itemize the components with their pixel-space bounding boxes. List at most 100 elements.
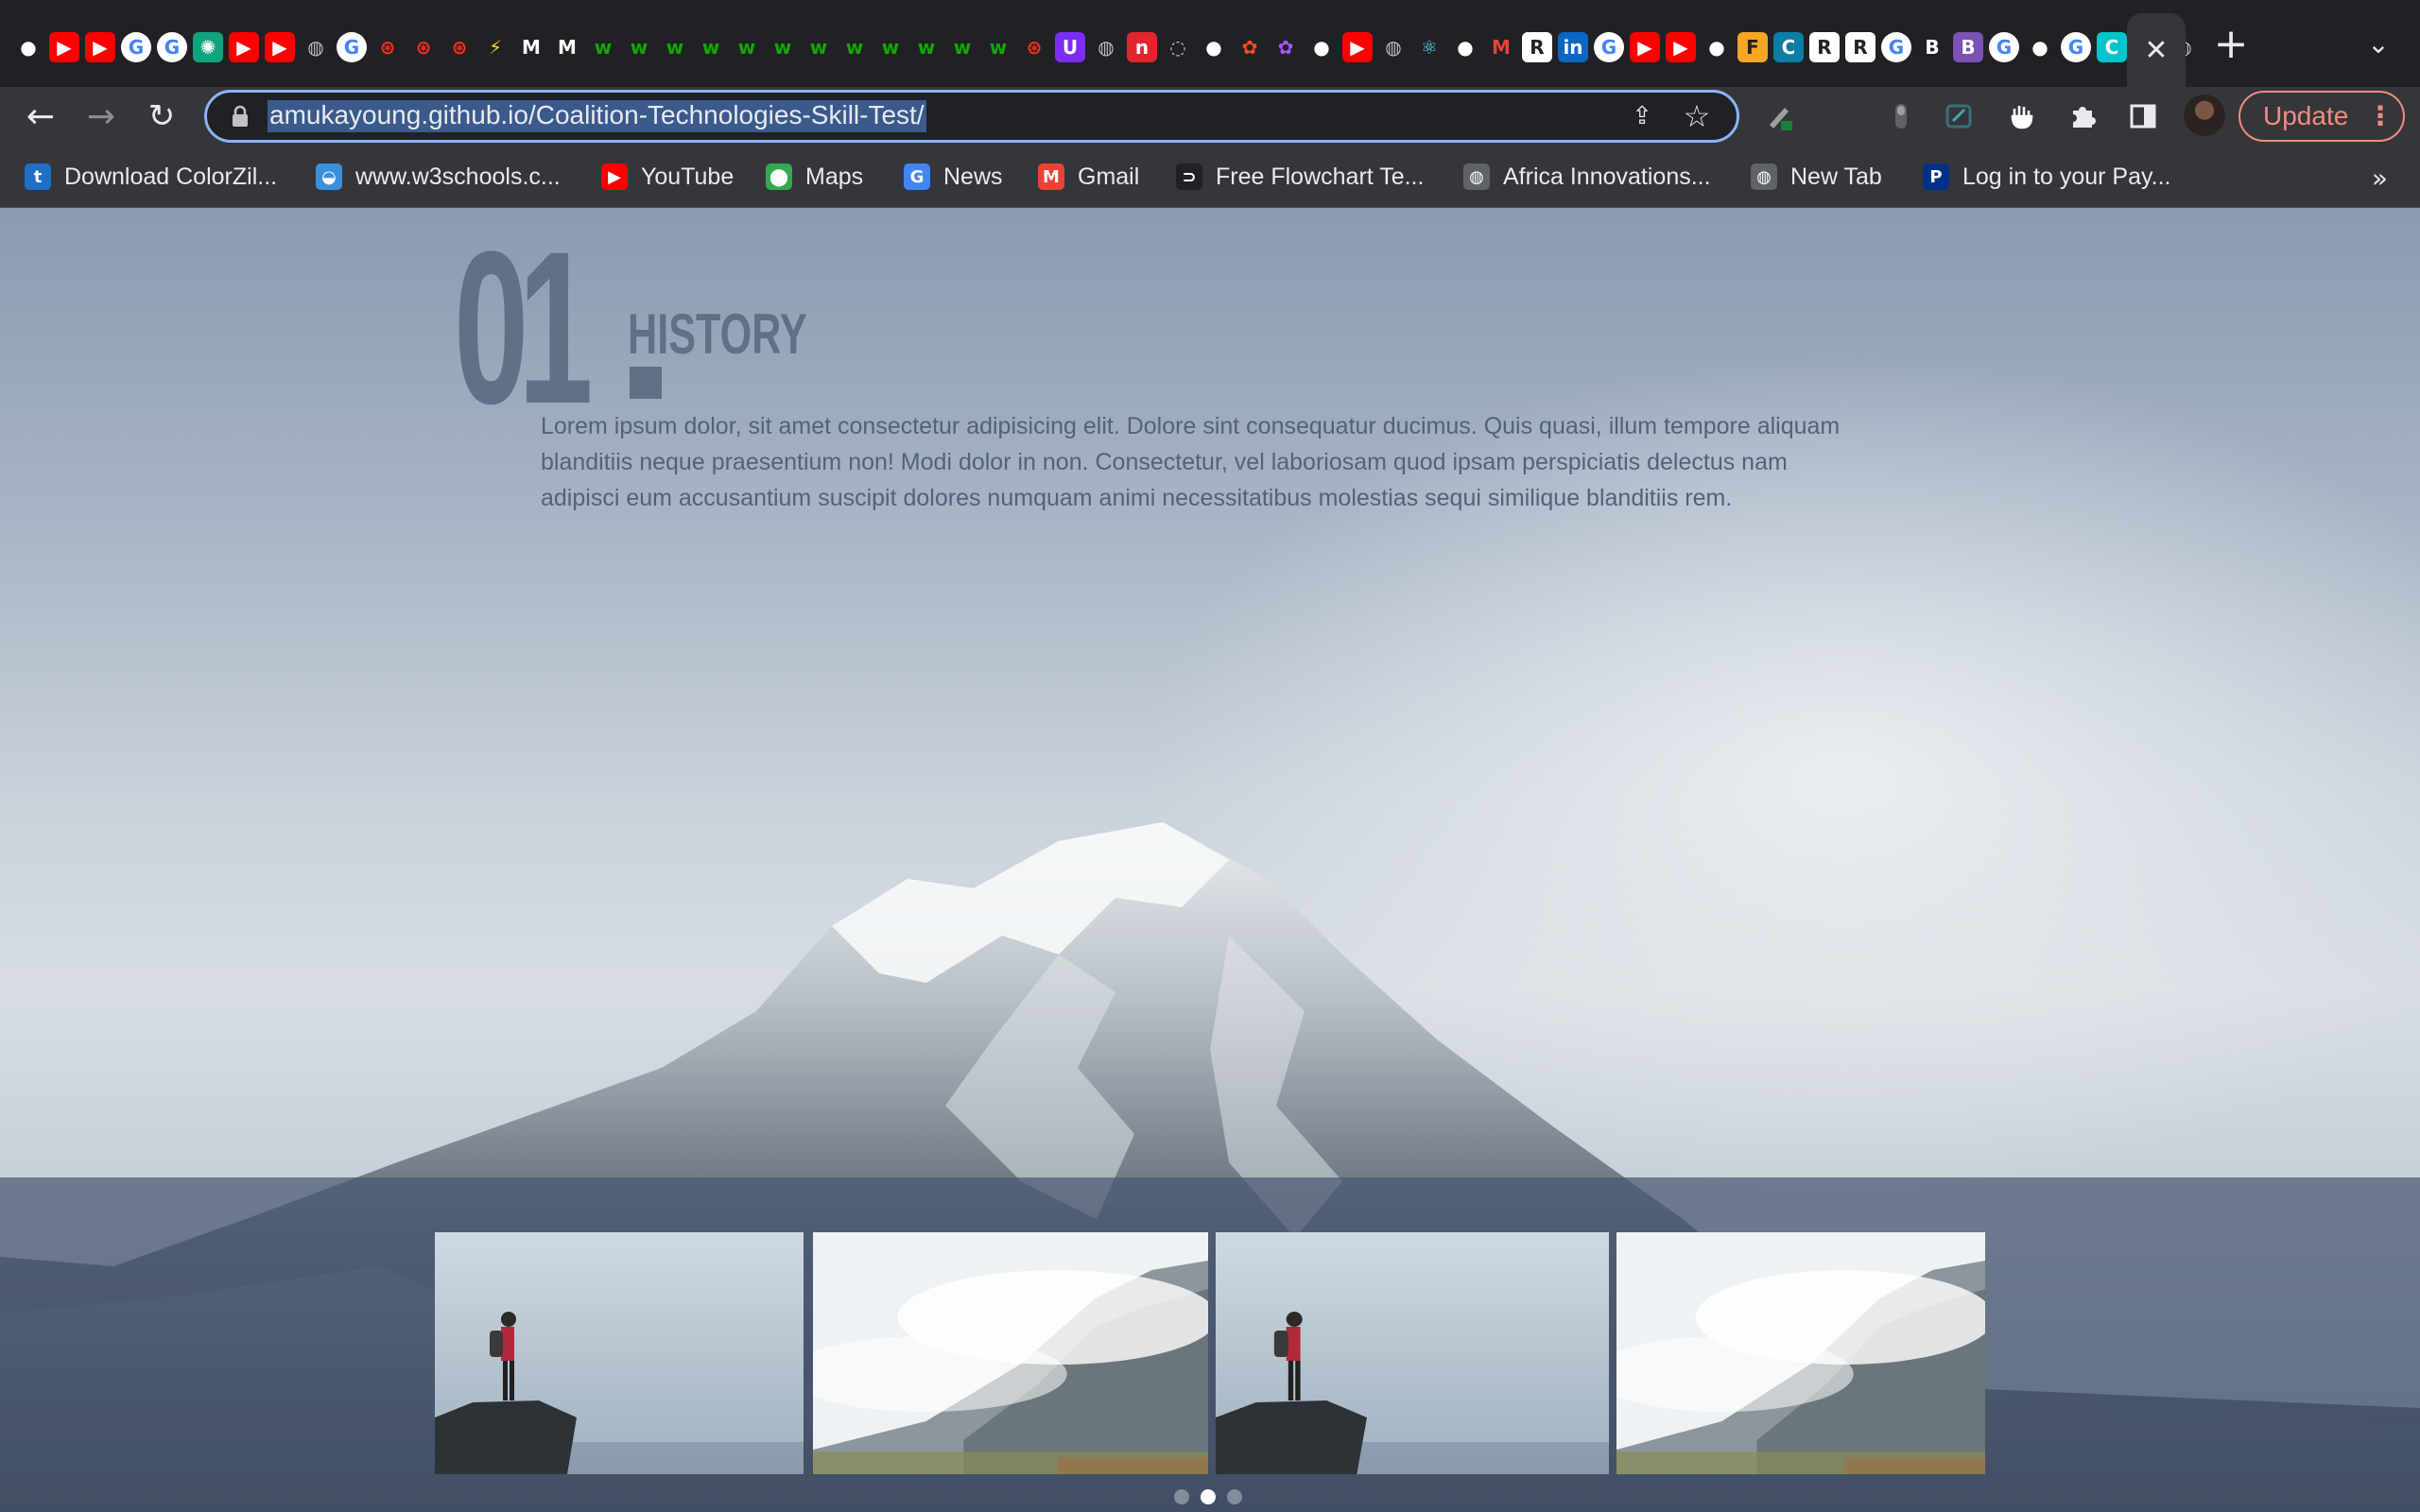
- medium-icon[interactable]: M: [516, 32, 546, 62]
- upwork-icon[interactable]: w: [804, 32, 834, 62]
- google-icon[interactable]: G: [1594, 32, 1624, 62]
- upwork-icon[interactable]: w: [696, 32, 726, 62]
- bookmark-item[interactable]: ⬤ Maps: [766, 159, 863, 195]
- browser-menu-icon[interactable]: ⋮: [2367, 100, 2394, 131]
- forward-button[interactable]: →: [79, 94, 123, 138]
- n-icon[interactable]: n: [1127, 32, 1157, 62]
- r-icon[interactable]: R: [1845, 32, 1876, 62]
- youtube-icon[interactable]: ▶: [265, 32, 295, 62]
- update-button[interactable]: Update ⋮: [2238, 91, 2405, 142]
- google-icon[interactable]: G: [337, 32, 367, 62]
- github-icon[interactable]: ●: [2025, 32, 2055, 62]
- bookmark-item[interactable]: ◒ www.w3schools.c...: [316, 159, 561, 195]
- bookmark-star-icon[interactable]: ☆: [1680, 98, 1714, 134]
- new-tab-button[interactable]: +: [2210, 20, 2252, 68]
- bookmark-item[interactable]: P Log in to your Pay...: [1923, 159, 2171, 195]
- bookmark-item[interactable]: G News: [904, 159, 1003, 195]
- upwork-icon[interactable]: w: [911, 32, 942, 62]
- back-button[interactable]: ←: [19, 94, 62, 138]
- upwork-icon[interactable]: w: [660, 32, 690, 62]
- figma-icon[interactable]: ✿: [1235, 32, 1265, 62]
- bookmark-item[interactable]: M Gmail: [1038, 159, 1139, 195]
- gallery-thumbnail[interactable]: [1616, 1232, 1985, 1474]
- upwork-icon[interactable]: w: [768, 32, 798, 62]
- share-icon[interactable]: ⇪: [1627, 102, 1657, 132]
- bookmark-item[interactable]: t Download ColorZil...: [25, 159, 277, 195]
- bookmark-item[interactable]: ⊃ Free Flowchart Te...: [1176, 159, 1424, 195]
- reload-button[interactable]: ↻: [140, 94, 183, 138]
- react-icon[interactable]: ⚛: [1414, 32, 1444, 62]
- carousel-dot[interactable]: [1227, 1489, 1242, 1504]
- figma-icon[interactable]: ✿: [1270, 32, 1301, 62]
- gallery-thumbnail[interactable]: [813, 1232, 1208, 1474]
- globe-icon[interactable]: ◍: [1091, 32, 1121, 62]
- loading-icon[interactable]: ◌: [1163, 32, 1193, 62]
- dropper-extension-icon[interactable]: [1883, 98, 1919, 134]
- google-icon[interactable]: G: [2061, 32, 2091, 62]
- pen-extension-icon[interactable]: [1762, 98, 1798, 134]
- youtube-icon[interactable]: ▶: [1342, 32, 1373, 62]
- upwork-icon[interactable]: w: [983, 32, 1013, 62]
- github-icon[interactable]: ●: [13, 32, 43, 62]
- f-icon[interactable]: F: [1737, 32, 1768, 62]
- bookmark-label: Log in to your Pay...: [1962, 163, 2171, 190]
- lock-icon[interactable]: [232, 105, 249, 128]
- upwork-icon[interactable]: w: [839, 32, 870, 62]
- globe-icon[interactable]: ◍: [301, 32, 331, 62]
- hand-extension-icon[interactable]: [2004, 98, 2040, 134]
- gmail-icon[interactable]: M: [1486, 32, 1516, 62]
- youtube-icon[interactable]: ▶: [85, 32, 115, 62]
- youtube-icon[interactable]: ▶: [1630, 32, 1660, 62]
- bookmark-item[interactable]: ◍ New Tab: [1751, 159, 1882, 195]
- github-icon[interactable]: ●: [1450, 32, 1480, 62]
- close-tab-icon[interactable]: ✕: [2144, 34, 2168, 67]
- bootstrap-icon[interactable]: B: [1953, 32, 1983, 62]
- globe-icon: ◍: [1463, 163, 1490, 190]
- carousel-dot[interactable]: [1174, 1489, 1189, 1504]
- active-tab[interactable]: ✕: [2127, 13, 2186, 87]
- shield-icon[interactable]: U: [1055, 32, 1085, 62]
- bookmark-item[interactable]: ◍ Africa Innovations...: [1463, 159, 1711, 195]
- upwork-icon[interactable]: w: [947, 32, 977, 62]
- tab-search-icon[interactable]: ⌄: [2360, 25, 2397, 62]
- youtube-icon[interactable]: ▶: [1666, 32, 1696, 62]
- globe-icon[interactable]: ◍: [1378, 32, 1409, 62]
- upwork-icon[interactable]: w: [875, 32, 906, 62]
- upwork-icon[interactable]: w: [588, 32, 618, 62]
- carousel-dot[interactable]: [1201, 1489, 1216, 1504]
- google-icon[interactable]: G: [1881, 32, 1911, 62]
- laravel-icon[interactable]: ⊛: [1019, 32, 1049, 62]
- youtube-icon[interactable]: ▶: [49, 32, 79, 62]
- tool-extension-icon[interactable]: [1942, 98, 1978, 134]
- canva-icon[interactable]: C: [2097, 32, 2127, 62]
- vite-icon[interactable]: ⚡: [480, 32, 510, 62]
- github-icon[interactable]: ●: [1199, 32, 1229, 62]
- bookmark-item[interactable]: ▶ YouTube: [601, 159, 734, 195]
- google-icon[interactable]: G: [121, 32, 151, 62]
- gallery-thumbnail[interactable]: [435, 1232, 804, 1474]
- youtube-icon[interactable]: ▶: [229, 32, 259, 62]
- c-icon[interactable]: C: [1773, 32, 1804, 62]
- laravel-icon[interactable]: ⊛: [408, 32, 439, 62]
- linkedin-icon[interactable]: in: [1558, 32, 1588, 62]
- medium-icon[interactable]: M: [552, 32, 582, 62]
- address-bar[interactable]: amukayoung.github.io/Coalition-Technolog…: [204, 90, 1739, 143]
- r-icon[interactable]: R: [1522, 32, 1552, 62]
- google-icon[interactable]: G: [1989, 32, 2019, 62]
- github-icon[interactable]: ●: [1306, 32, 1337, 62]
- profile-avatar[interactable]: [2184, 94, 2225, 136]
- url-text[interactable]: amukayoung.github.io/Coalition-Technolog…: [268, 100, 926, 132]
- side-panel-icon[interactable]: [2125, 98, 2161, 134]
- github-icon[interactable]: ●: [1702, 32, 1732, 62]
- upwork-icon[interactable]: w: [624, 32, 654, 62]
- extensions-puzzle-icon[interactable]: [2065, 98, 2100, 134]
- b-icon[interactable]: B: [1917, 32, 1947, 62]
- laravel-icon[interactable]: ⊛: [444, 32, 475, 62]
- laravel-icon[interactable]: ⊛: [372, 32, 403, 62]
- more-bookmarks-icon[interactable]: »: [2372, 163, 2388, 194]
- chatgpt-icon[interactable]: ✺: [193, 32, 223, 62]
- r-icon[interactable]: R: [1809, 32, 1840, 62]
- upwork-icon[interactable]: w: [732, 32, 762, 62]
- gallery-thumbnail[interactable]: [1216, 1232, 1609, 1474]
- google-icon[interactable]: G: [157, 32, 187, 62]
